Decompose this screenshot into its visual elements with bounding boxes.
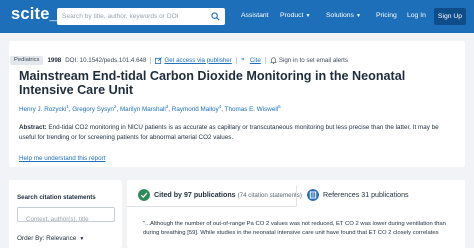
author-list: Henry J. Rozycki1, Gregory Sysyn2, Maril…: [19, 104, 281, 114]
scite-logo[interactable]: scite_: [11, 5, 59, 24]
tab-cited-by[interactable]: Cited by 97 publications (74 citation st…: [154, 191, 302, 199]
year-value: 1998: [47, 56, 62, 64]
author-name: Raymond Malloy: [171, 106, 219, 114]
author-affiliation: 1: [66, 104, 69, 109]
journal-badge[interactable]: Pediatrics: [10, 55, 44, 65]
help-understand-link[interactable]: Help me understand this report: [19, 155, 105, 162]
references-icon: [307, 189, 319, 201]
sign-up-button[interactable]: Sign Up: [434, 8, 466, 25]
author-affiliation: 4: [218, 104, 222, 109]
cited-by-statements: (74 citation statements): [237, 192, 302, 199]
search-input[interactable]: [57, 8, 205, 25]
bell-icon: [270, 56, 277, 64]
author-link[interactable]: Henry J. Rozycki1: [19, 104, 69, 114]
citation-statement-text: "...Although the number of out-of-range …: [143, 221, 446, 236]
nav-solutions-label: Solutions: [326, 12, 354, 19]
citation-search-box[interactable]: [17, 207, 115, 226]
paper-meta-row: Pediatrics 1998 DOI: 10.1542/peds.101.4.…: [10, 55, 348, 65]
doi-text[interactable]: DOI: 10.1542/peds.101.4.648: [65, 57, 146, 64]
author-name: Marilyn Marshall: [119, 106, 166, 114]
abstract-label: Abstract:: [19, 124, 47, 131]
nav-pricing[interactable]: Pricing: [376, 12, 397, 20]
log-in-link[interactable]: Log In: [407, 12, 426, 20]
svg-text:": ": [241, 57, 245, 64]
author-link[interactable]: Raymond Malloy4: [171, 104, 222, 114]
nav-solutions[interactable]: Solutions ▼: [326, 12, 361, 20]
divider: [264, 56, 266, 64]
author-link[interactable]: Thomas E. Wiswell5: [224, 104, 281, 114]
search-icon[interactable]: [211, 12, 220, 21]
nav-product[interactable]: Product ▼: [280, 12, 310, 20]
divider: [150, 56, 152, 64]
paper-title: Mainstream End-tidal Carbon Dioxide Moni…: [19, 69, 406, 97]
author-link[interactable]: Marilyn Marshall3: [119, 104, 169, 114]
quote-icon: ": [241, 57, 245, 64]
cite-link[interactable]: Cite: [250, 57, 261, 64]
tab-underline: [127, 206, 296, 207]
check-circle-icon: [138, 189, 150, 201]
author-link[interactable]: Gregory Sysyn2: [72, 104, 117, 114]
get-access-link[interactable]: Get access via publisher: [164, 57, 231, 64]
references-label: References 31 publications: [323, 191, 409, 199]
tab-divider: [296, 186, 297, 206]
author-name: Gregory Sysyn: [72, 106, 114, 114]
divider: [235, 56, 237, 64]
external-link-icon: [155, 56, 163, 64]
chevron-down-icon: ▼: [79, 236, 85, 242]
abstract: Abstract: End-tidal CO2 monitoring in NI…: [19, 123, 455, 142]
cited-by-label: Cited by 97 publications: [154, 191, 236, 199]
citation-search-input[interactable]: [18, 213, 114, 226]
chevron-down-icon: ▼: [355, 13, 361, 19]
chevron-down-icon: ▼: [305, 13, 311, 19]
author-affiliation: 3: [165, 104, 169, 109]
nav-assistant[interactable]: Assistant: [241, 12, 269, 20]
order-by-select[interactable]: Order By: Relevance ▼: [17, 235, 84, 242]
citation-search-title: Search citation statements: [17, 194, 96, 201]
author-name: Henry J. Rozycki: [19, 106, 67, 114]
order-by-label: Order By: Relevance: [17, 235, 77, 242]
nav-product-label: Product: [280, 12, 304, 19]
search-box[interactable]: [57, 8, 225, 25]
abstract-text: End-tidal CO2 monitoring in NICU patient…: [19, 124, 439, 141]
author-affiliation: 5: [278, 104, 281, 109]
author-name: Thomas E. Wiswell: [224, 106, 279, 114]
publication-year: 1998: [47, 57, 61, 64]
author-affiliation: 2: [113, 104, 117, 109]
sign-in-alerts-text[interactable]: Sign in to set email alerts: [279, 57, 348, 64]
tab-references[interactable]: References 31 publications: [323, 191, 409, 199]
